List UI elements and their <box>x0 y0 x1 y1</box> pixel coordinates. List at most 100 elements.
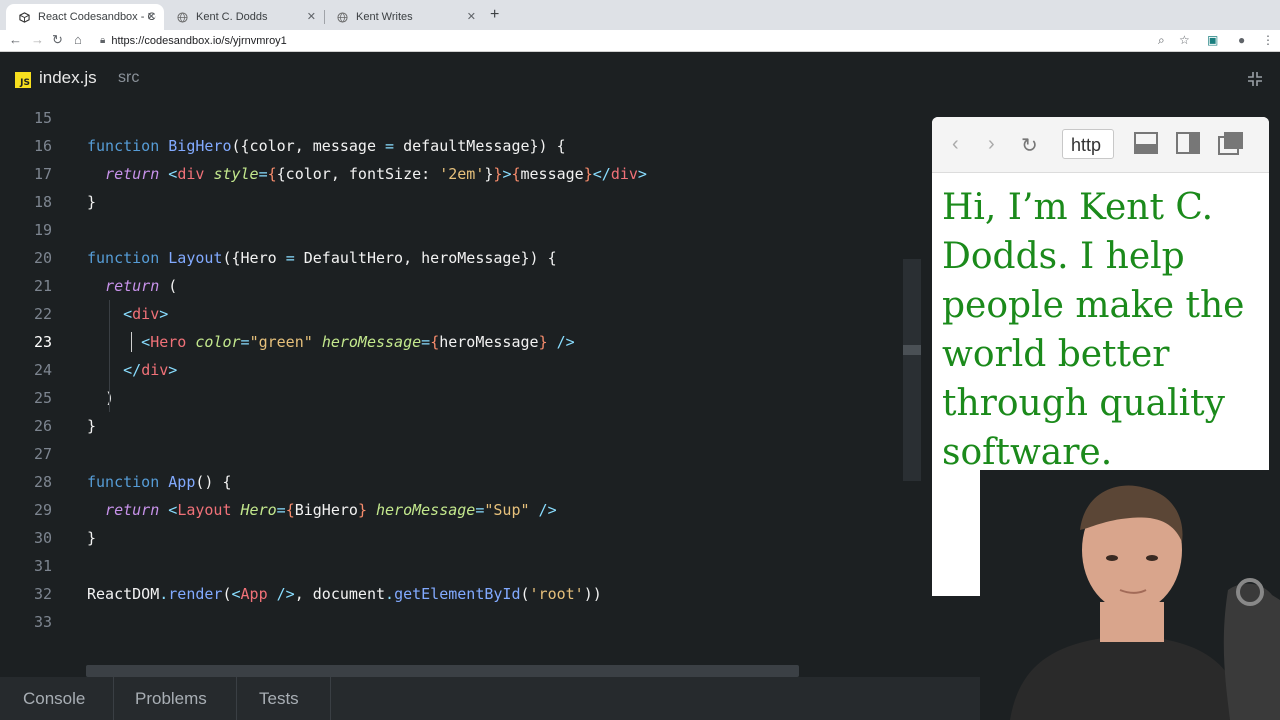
code-token: return <box>87 277 169 295</box>
code-token: render <box>168 585 223 603</box>
line-number: 25 <box>33 389 52 407</box>
bookmark-star-icon[interactable]: ☆ <box>1179 33 1190 47</box>
code-text: } <box>87 524 96 552</box>
code-token: "Sup" <box>484 501 530 519</box>
code-line[interactable]: 24 </div> <box>0 356 910 384</box>
code-text: } <box>87 412 96 440</box>
code-text: <Hero color="green" heroMessage={heroMes… <box>87 328 575 356</box>
code-token: } <box>87 417 97 435</box>
browser-tab-2[interactable]: Kent Writes ✕ <box>324 4 484 30</box>
code-token: defaultMessage}) { <box>394 137 566 155</box>
preview-hero-text: Hi, I’m Kent C. Dodds. I help people mak… <box>942 187 1245 473</box>
code-text: <div> <box>87 300 168 328</box>
preview-back-icon[interactable]: ‹ <box>952 133 959 156</box>
code-line[interactable]: 32 ReactDOM.render(<App />, document.getE… <box>0 580 910 608</box>
code-token: {color, fontSize: <box>276 165 440 183</box>
code-token: DefaultHero, heroMessage}) { <box>294 249 557 267</box>
code-line[interactable]: 19 <box>0 216 910 244</box>
code-line[interactable]: 20 function Layout({Hero = DefaultHero, h… <box>0 244 910 272</box>
code-token: ( <box>222 585 232 603</box>
code-line[interactable]: 29 return <Layout Hero={BigHero} heroMes… <box>0 496 910 524</box>
presenter-video-icon <box>980 470 1280 720</box>
code-text: function App() { <box>87 468 232 496</box>
code-token: div <box>141 361 169 379</box>
new-tab-icon[interactable]: + <box>490 6 499 24</box>
code-token: } <box>583 165 593 183</box>
vertical-scrollbar[interactable] <box>903 259 921 481</box>
code-line[interactable]: 21 return ( <box>0 272 910 300</box>
code-token: ({Hero <box>222 249 286 267</box>
code-line[interactable]: 30} <box>0 524 910 552</box>
code-line[interactable]: 27 <box>0 440 910 468</box>
code-token: /> <box>529 501 557 519</box>
code-line[interactable]: 22 <div> <box>0 300 910 328</box>
code-token: div <box>177 165 214 183</box>
code-token: Hero <box>240 501 277 519</box>
preview-url-input[interactable]: http <box>1062 129 1114 159</box>
code-line[interactable]: 28 function App() { <box>0 468 910 496</box>
code-line[interactable]: 33 <box>0 608 910 636</box>
close-icon[interactable]: ✕ <box>307 10 316 23</box>
code-line[interactable]: 15 <box>0 104 910 132</box>
code-text: ) <box>87 384 114 412</box>
reload-icon[interactable]: ↻ <box>52 32 63 48</box>
collapse-icon[interactable] <box>1247 71 1263 92</box>
menu-kebab-icon[interactable]: ⋮ <box>1262 33 1274 47</box>
code-line[interactable]: 31 <box>0 552 910 580</box>
code-line[interactable]: 26} <box>0 412 910 440</box>
code-text: function Layout({Hero = DefaultHero, her… <box>87 244 557 272</box>
tab-console[interactable]: Console <box>23 689 85 709</box>
globe-icon <box>336 11 348 23</box>
horizontal-scrollbar[interactable] <box>86 665 799 677</box>
code-token: return <box>87 165 169 183</box>
preview-refresh-icon[interactable]: ↻ <box>1021 133 1038 158</box>
code-token: < <box>168 165 178 183</box>
close-icon[interactable]: ✕ <box>147 10 156 23</box>
browser-tab-1[interactable]: Kent C. Dodds ✕ <box>164 4 324 30</box>
editor-filename[interactable]: index.js <box>39 68 97 88</box>
code-token: < <box>231 585 241 603</box>
preview-layout-side-icon[interactable] <box>1176 132 1200 160</box>
code-token: 'root' <box>529 585 584 603</box>
code-token: )) <box>583 585 602 603</box>
code-line[interactable]: 23 <Hero color="green" heroMessage={hero… <box>0 328 910 356</box>
code-token: . <box>385 585 395 603</box>
line-number: 32 <box>33 585 52 603</box>
forward-icon[interactable]: → <box>31 32 44 47</box>
code-text: } <box>87 188 96 216</box>
extension-icon[interactable]: ▣ <box>1207 33 1218 47</box>
home-icon[interactable]: ⌂ <box>74 32 82 47</box>
code-token: ) <box>87 389 115 407</box>
line-number: 23 <box>33 333 52 351</box>
tab-tests[interactable]: Tests <box>259 689 299 709</box>
address-bar[interactable]: 🔒︎ https://codesandbox.io/s/yjrnvmroy1 <box>100 32 1190 49</box>
preview-layout-bottom-icon[interactable] <box>1134 132 1158 160</box>
code-line[interactable]: 25 ) <box>0 384 910 412</box>
code-token: , document <box>294 585 386 603</box>
tab-title: React Codesandbox - CodeSa <box>38 11 156 23</box>
tab-problems[interactable]: Problems <box>135 689 207 709</box>
code-line[interactable]: 16 function BigHero({color, message = def… <box>0 132 910 160</box>
profile-avatar-icon[interactable]: ● <box>1238 33 1245 47</box>
code-token: /> <box>547 333 575 351</box>
browser-tab-0[interactable]: React Codesandbox - CodeSa ✕ <box>6 4 164 30</box>
code-editor[interactable]: 15 16 function BigHero({color, message = d… <box>0 104 910 664</box>
code-line[interactable]: 18} <box>0 188 910 216</box>
code-token: function <box>87 473 169 491</box>
line-number: 19 <box>33 221 52 239</box>
code-text: return <div style={{color, fontSize: '2e… <box>87 160 647 188</box>
code-token: return <box>87 501 169 519</box>
line-number: 31 <box>33 557 52 575</box>
zoom-icon[interactable]: ⌕ <box>1158 33 1165 48</box>
close-icon[interactable]: ✕ <box>467 10 476 23</box>
code-token: = <box>240 333 250 351</box>
code-line[interactable]: 17 return <div style={{color, fontSize: … <box>0 160 910 188</box>
preview-open-window-icon[interactable] <box>1218 131 1244 161</box>
code-token: } <box>87 529 97 547</box>
code-token: style <box>213 165 259 183</box>
preview-forward-icon[interactable]: › <box>988 133 995 156</box>
back-icon[interactable]: ← <box>9 32 22 47</box>
codesandbox-icon <box>18 11 30 23</box>
code-text: return <Layout Hero={BigHero} heroMessag… <box>87 496 557 524</box>
